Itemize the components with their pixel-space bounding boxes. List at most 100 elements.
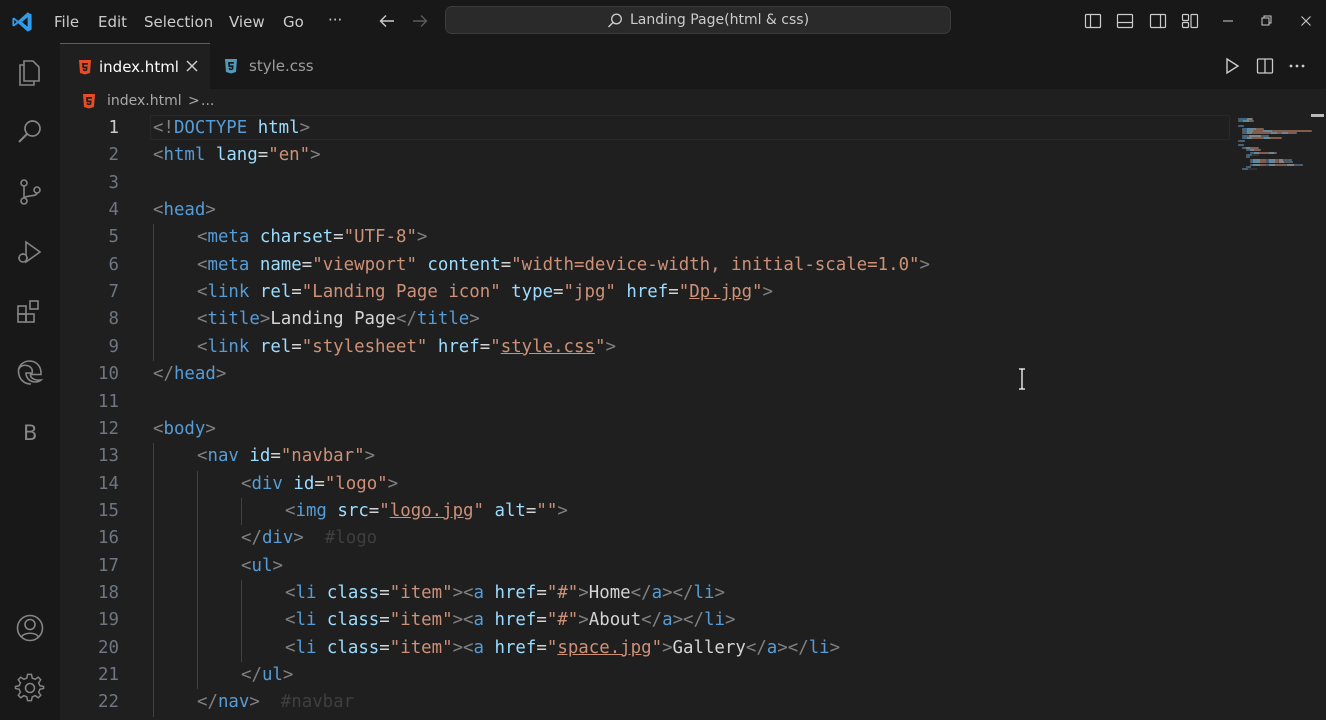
command-center-label: Landing Page(html & css): [630, 12, 810, 28]
breadcrumb-file[interactable]: index.html: [107, 92, 182, 110]
code-token: <: [197, 446, 208, 467]
code-line[interactable]: 19 <li class="item"><a href="#">About</a>…: [60, 607, 1230, 635]
code-token: "item": [389, 637, 453, 658]
code-token[interactable]: space.jpg: [557, 638, 651, 658]
breadcrumb-more[interactable]: ...: [201, 92, 214, 110]
code-token: ": [594, 336, 606, 357]
code-line[interactable]: 15 <img src="logo.jpg" alt="">: [60, 497, 1230, 526]
minimap[interactable]: [1230, 114, 1326, 720]
code-token: href: [427, 336, 480, 357]
code-line[interactable]: 17 <ul>: [60, 552, 1230, 580]
code-line[interactable]: 21 </ul>: [60, 662, 1230, 690]
code-token: content: [416, 254, 501, 275]
more-actions-icon[interactable]: [1286, 55, 1308, 77]
forward-arrow-icon[interactable]: [409, 10, 431, 32]
code-token: name: [249, 254, 302, 275]
edge-browser-icon[interactable]: [14, 356, 46, 388]
menu-edit[interactable]: Edit: [98, 12, 127, 32]
toggle-primary-sidebar-icon[interactable]: [1083, 11, 1103, 31]
code-token: rel: [249, 336, 292, 357]
back-arrow-icon[interactable]: [376, 10, 398, 32]
menu-more[interactable]: ···: [328, 10, 342, 30]
minimap-slider[interactable]: [1311, 114, 1324, 117]
code-token[interactable]: style.css: [501, 337, 595, 357]
code-editor[interactable]: 1 <!DOCTYPE html> 2 <html lang="en"> 3 4 <head…: [60, 114, 1230, 720]
code-line[interactable]: 22 </nav> #navbar: [60, 689, 1230, 717]
minimize-icon[interactable]: [1218, 11, 1238, 31]
code-text: <li class="item"><a href="#">Home</a></l…: [285, 580, 725, 607]
toggle-secondary-sidebar-icon[interactable]: [1148, 11, 1168, 31]
code-token: >: [416, 227, 428, 248]
menu-go[interactable]: Go: [283, 12, 304, 32]
code-line[interactable]: 12 <body>: [60, 416, 1230, 443]
settings-gear-icon[interactable]: [14, 672, 46, 704]
restore-icon[interactable]: [1256, 11, 1276, 31]
code-line[interactable]: 10 </head>: [60, 361, 1230, 388]
tab-style-label: style.css: [249, 57, 314, 75]
line-number: 21: [98, 665, 119, 685]
code-line[interactable]: 11: [60, 389, 1230, 416]
extensions-icon[interactable]: [14, 296, 46, 328]
code-text: </ul>: [241, 662, 293, 689]
code-token: =: [379, 610, 390, 631]
code-token[interactable]: Dp.jpg: [689, 282, 752, 302]
code-token: li: [295, 610, 317, 631]
code-token: =: [525, 500, 537, 521]
code-line[interactable]: 13 <nav id="navbar">: [60, 443, 1230, 471]
code-token: <: [197, 309, 208, 330]
code-line[interactable]: 8 <title>Landing Page</title>: [60, 306, 1230, 334]
menu-view[interactable]: View: [229, 12, 265, 32]
menu-file[interactable]: File: [54, 12, 79, 32]
close-window-icon[interactable]: [1296, 11, 1316, 31]
code-text: <li class="item"><a href="#">About</a></…: [285, 607, 735, 634]
code-line[interactable]: 9 <link rel="stylesheet" href="style.css"…: [60, 333, 1230, 362]
split-editor-icon[interactable]: [1254, 55, 1276, 77]
code-token: "jpg": [563, 282, 616, 303]
code-token: <: [197, 227, 208, 248]
code-line[interactable]: 18 <li class="item"><a href="#">Home</a><…: [60, 579, 1230, 608]
code-line[interactable]: 2 <html lang="en">: [60, 142, 1230, 169]
svg-text:B: B: [23, 421, 37, 445]
code-line[interactable]: 14 <div id="logo">: [60, 470, 1230, 498]
code-token: ": [473, 500, 485, 521]
search-view-icon[interactable]: [14, 116, 46, 148]
indent-guide: [153, 634, 154, 662]
run-and-debug-icon[interactable]: [14, 236, 46, 268]
code-token: </: [241, 528, 262, 549]
code-token: ><: [452, 610, 474, 631]
tab-style-css[interactable]: style.css: [210, 43, 320, 89]
code-token: ></: [777, 637, 809, 658]
code-line[interactable]: 3: [60, 170, 1230, 197]
explorer-icon[interactable]: [14, 57, 46, 89]
close-tab-icon[interactable]: [183, 57, 201, 75]
code-line[interactable]: 20 <li class="item"><a href="space.jpg">G…: [60, 634, 1230, 662]
code-line[interactable]: 5 <meta charset="UTF-8">: [60, 224, 1230, 252]
code-token[interactable]: logo.jpg: [390, 501, 474, 521]
code-line[interactable]: 16 </div> #logo: [60, 525, 1230, 553]
source-control-icon[interactable]: [14, 176, 46, 208]
accounts-icon[interactable]: [14, 612, 46, 644]
indent-guide: [153, 443, 154, 471]
menu-selection[interactable]: Selection: [144, 12, 213, 32]
indent-guide: [153, 552, 154, 580]
vscode-logo-icon[interactable]: [10, 10, 34, 34]
code-line[interactable]: 1 <!DOCTYPE html>: [60, 115, 1230, 142]
b-extension-icon[interactable]: B: [14, 416, 46, 448]
code-token: type: [500, 282, 554, 303]
run-icon[interactable]: [1221, 55, 1243, 77]
tab-index-html[interactable]: index.html: [60, 43, 210, 89]
text-cursor-icon: [1019, 368, 1025, 390]
command-center-search[interactable]: Landing Page(html & css): [445, 6, 951, 34]
code-line[interactable]: 4 <head>: [60, 197, 1230, 224]
toggle-panel-icon[interactable]: [1115, 11, 1135, 31]
code-token: >: [259, 309, 271, 330]
customize-layout-icon[interactable]: [1180, 11, 1200, 31]
line-number: 2: [108, 145, 119, 166]
code-text: <meta charset="UTF-8">: [197, 224, 427, 251]
code-line[interactable]: 7 <link rel="Landing Page icon" type="jpg…: [60, 279, 1230, 307]
code-token: =: [333, 227, 344, 248]
sticky-hint: #logo: [303, 528, 378, 549]
code-line[interactable]: 6 <meta name="viewport" content="width=de…: [60, 251, 1230, 280]
code-token: meta: [207, 227, 250, 248]
code-token: li: [693, 582, 715, 603]
